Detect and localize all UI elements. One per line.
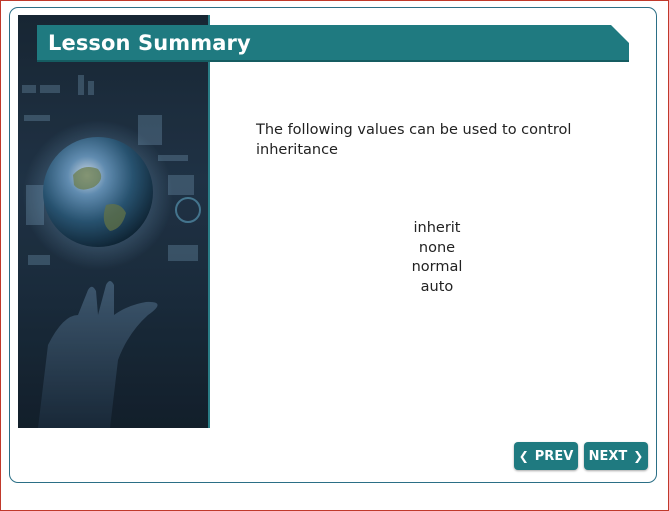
page-title: Lesson Summary — [48, 31, 251, 55]
title-banner: Lesson Summary — [37, 25, 629, 62]
chevron-left-icon: ❮ — [518, 449, 529, 463]
globe-in-hand-illustration — [18, 15, 208, 428]
list-item: auto — [420, 279, 454, 296]
list-item: inherit — [413, 220, 461, 236]
next-button[interactable]: NEXT ❯ — [584, 442, 648, 470]
list-item: normal — [411, 259, 463, 276]
prev-button[interactable]: ❮ PREV — [514, 442, 578, 470]
next-button-label: NEXT — [588, 448, 628, 464]
values-list: inherit none normal auto — [387, 219, 487, 298]
intro-text: The following values can be used to cont… — [256, 122, 572, 158]
list-item: none — [418, 239, 456, 256]
prev-button-label: PREV — [534, 448, 574, 464]
hero-image — [18, 15, 210, 428]
chevron-right-icon: ❯ — [633, 449, 644, 463]
